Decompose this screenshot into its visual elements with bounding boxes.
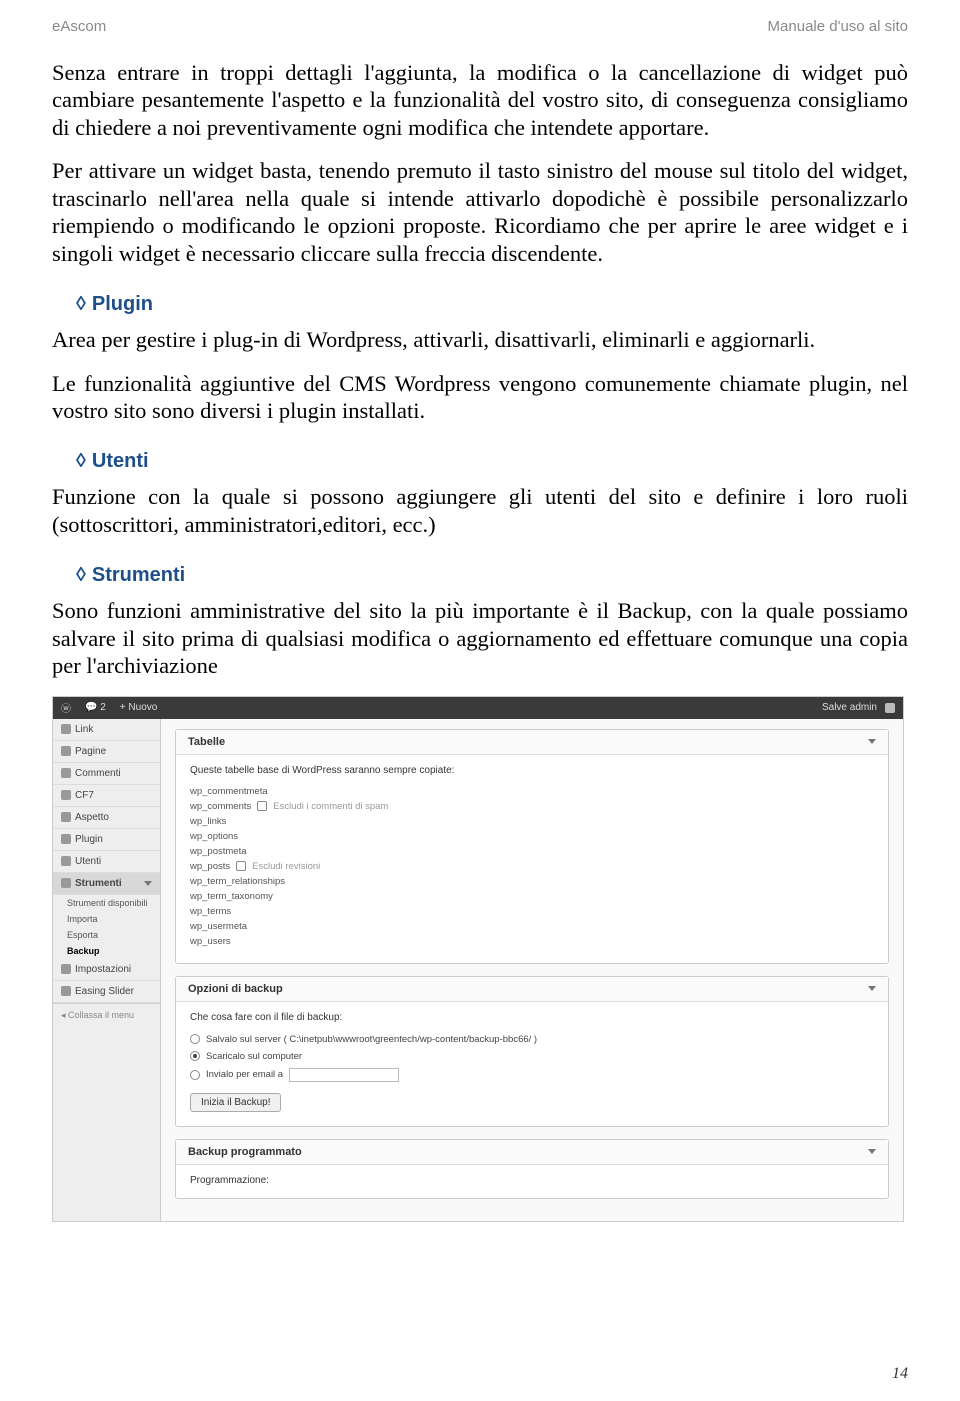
collapse-icon[interactable]: [868, 986, 876, 991]
table-row: wp_terms: [190, 904, 874, 919]
avatar-icon[interactable]: [885, 703, 895, 713]
table-row: wp_commentsEscludi i commenti di spam: [190, 799, 874, 814]
sidebar-sub-importa[interactable]: Importa: [53, 911, 160, 927]
settings-icon: [61, 964, 71, 974]
table-row: wp_postmeta: [190, 844, 874, 859]
radio-email[interactable]: [190, 1070, 200, 1080]
page-number: 14: [892, 1365, 908, 1383]
sidebar-item-utenti[interactable]: Utenti: [53, 851, 160, 873]
panel-tabelle-desc: Queste tabelle base di WordPress saranno…: [190, 765, 874, 776]
table-row: wp_links: [190, 814, 874, 829]
table-row: wp_options: [190, 829, 874, 844]
wordpress-screenshot: ⓦ 💬 2 + Nuovo Salve admin Link Pagine Co…: [52, 696, 904, 1222]
sidebar-item-easing[interactable]: Easing Slider: [53, 981, 160, 1003]
wp-comments-icon[interactable]: 💬 2: [85, 702, 106, 713]
sidebar-sub-disponibili[interactable]: Strumenti disponibili: [53, 895, 160, 911]
radio-download[interactable]: [190, 1051, 200, 1061]
sidebar-item-impostazioni[interactable]: Impostazioni: [53, 959, 160, 981]
tools-icon: [61, 878, 71, 888]
diamond-icon: ◊: [76, 450, 86, 472]
header-brand: eAscom: [52, 18, 106, 35]
paragraph-intro-2: Per attivare un widget basta, tenendo pr…: [52, 157, 908, 267]
diamond-icon: ◊: [76, 293, 86, 315]
radio-server[interactable]: [190, 1034, 200, 1044]
wp-sidebar: Link Pagine Commenti CF7 Aspetto Plugin …: [53, 719, 161, 1221]
appearance-icon: [61, 812, 71, 822]
panel-opzioni-backup: Opzioni di backup Che cosa fare con il f…: [175, 976, 889, 1127]
header-title: Manuale d'uso al sito: [768, 18, 908, 35]
slider-icon: [61, 986, 71, 996]
sidebar-sub-backup[interactable]: Backup: [53, 943, 160, 959]
panel-backup-programmato: Backup programmato Programmazione:: [175, 1139, 889, 1199]
paragraph-intro-1: Senza entrare in troppi dettagli l'aggiu…: [52, 59, 908, 141]
radio-row-download[interactable]: Scaricalo sul computer: [190, 1048, 874, 1065]
wp-user-greeting[interactable]: Salve admin: [822, 702, 877, 713]
table-row: wp_users: [190, 934, 874, 949]
wp-new-button[interactable]: + Nuovo: [120, 702, 158, 713]
sidebar-item-plugin[interactable]: Plugin: [53, 829, 160, 851]
sidebar-item-pagine[interactable]: Pagine: [53, 741, 160, 763]
table-row: wp_usermeta: [190, 919, 874, 934]
panel-programmato-title: Backup programmato: [188, 1146, 302, 1158]
panel-tabelle-title: Tabelle: [188, 736, 225, 748]
email-input[interactable]: [289, 1068, 399, 1082]
section-utenti: ◊Utenti: [76, 450, 908, 473]
checkbox-spam[interactable]: [257, 801, 267, 811]
radio-row-email[interactable]: Invialo per email a: [190, 1065, 874, 1085]
section-plugin: ◊Plugin: [76, 293, 908, 316]
sidebar-collapse[interactable]: ◂ Collassa il menu: [53, 1003, 160, 1027]
sidebar-item-link[interactable]: Link: [53, 719, 160, 741]
table-row: wp_term_taxonomy: [190, 889, 874, 904]
start-backup-button[interactable]: Inizia il Backup!: [190, 1093, 281, 1112]
panel-tabelle: Tabelle Queste tabelle base di WordPress…: [175, 729, 889, 964]
sidebar-item-strumenti[interactable]: Strumenti: [53, 873, 160, 895]
section-strumenti: ◊Strumenti: [76, 564, 908, 587]
panel-opzioni-title: Opzioni di backup: [188, 983, 283, 995]
table-row: wp_commentmeta: [190, 784, 874, 799]
paragraph-utenti: Funzione con la quale si possono aggiung…: [52, 483, 908, 538]
page-icon: [61, 746, 71, 756]
plugin-icon: [61, 834, 71, 844]
paragraph-plugin-1: Area per gestire i plug-in di Wordpress,…: [52, 326, 908, 353]
link-icon: [61, 724, 71, 734]
form-icon: [61, 790, 71, 800]
wp-main-content: Tabelle Queste tabelle base di WordPress…: [161, 719, 903, 1221]
sidebar-item-cf7[interactable]: CF7: [53, 785, 160, 807]
radio-row-server[interactable]: Salvalo sul server ( C:\inetpub\wwwroot\…: [190, 1031, 874, 1048]
panel-programmato-label: Programmazione:: [190, 1175, 874, 1186]
table-row: wp_term_relationships: [190, 874, 874, 889]
diamond-icon: ◊: [76, 564, 86, 586]
panel-opzioni-desc: Che cosa fare con il file di backup:: [190, 1012, 874, 1023]
collapse-icon[interactable]: [868, 739, 876, 744]
table-row: wp_postsEscludi revisioni: [190, 859, 874, 874]
collapse-icon[interactable]: [868, 1149, 876, 1154]
sidebar-sub-esporta[interactable]: Esporta: [53, 927, 160, 943]
sidebar-item-commenti[interactable]: Commenti: [53, 763, 160, 785]
checkbox-revisions[interactable]: [236, 861, 246, 871]
comment-icon: [61, 768, 71, 778]
sidebar-item-aspetto[interactable]: Aspetto: [53, 807, 160, 829]
wp-logo-icon[interactable]: ⓦ: [61, 700, 71, 715]
users-icon: [61, 856, 71, 866]
paragraph-plugin-2: Le funzionalità aggiuntive del CMS Wordp…: [52, 370, 908, 425]
wp-admin-bar: ⓦ 💬 2 + Nuovo Salve admin: [53, 697, 903, 719]
paragraph-strumenti: Sono funzioni amministrative del sito la…: [52, 597, 908, 679]
chevron-down-icon: [144, 881, 152, 886]
